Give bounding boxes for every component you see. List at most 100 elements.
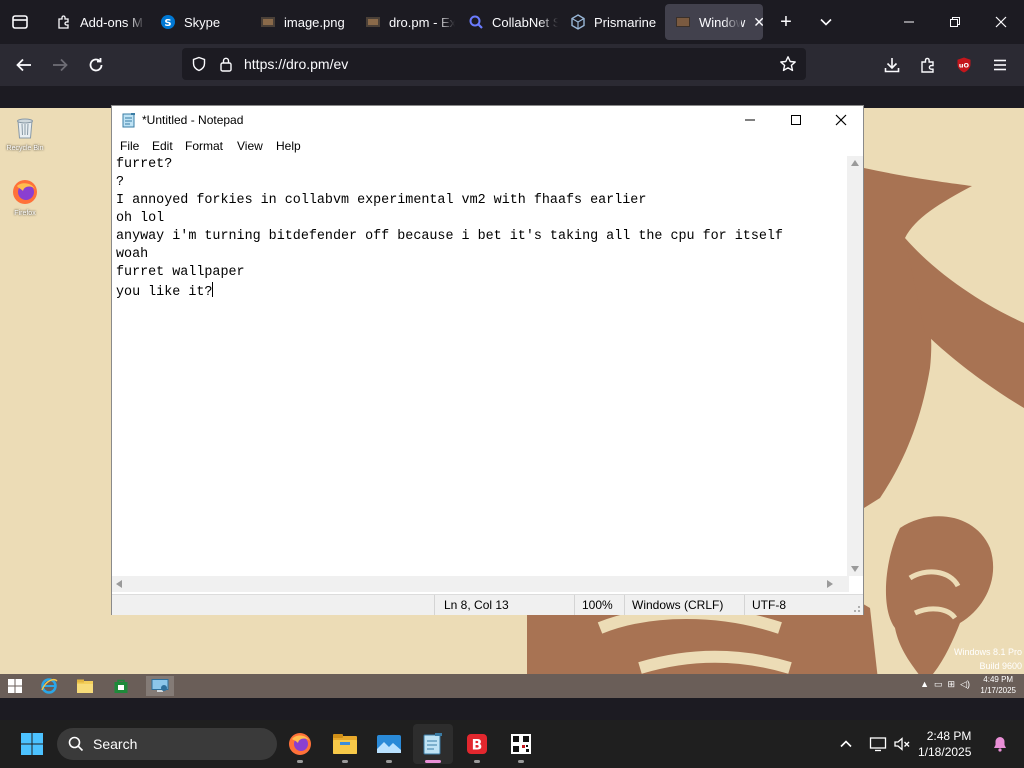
text-line: ? [116,175,125,190]
taskbar-file-explorer[interactable] [325,724,365,764]
tab-prismarine[interactable]: Prismarine [560,4,662,40]
store-bag-icon [114,679,128,693]
status-cursor-position: Ln 8, Col 13 [444,598,509,612]
forward-button[interactable] [46,51,74,79]
windows-build-watermark: Windows 8.1 Pro Build 9600 [954,645,1022,673]
host-taskbar: Search B 2:48 PM 1/18/2025 [0,720,1024,768]
lock-icon[interactable] [219,56,233,72]
tracking-protection-shield-icon[interactable] [191,56,207,72]
svg-text:uO: uO [959,62,970,70]
vm-taskbar: ▲ ▭ ⊞ ◁) 4:49 PM 1/17/2025 [0,674,1024,698]
notepad-maximize-button[interactable] [773,106,819,134]
url-bar[interactable]: https://dro.pm/ev [182,48,806,80]
notepad-minimize-button[interactable] [727,106,773,134]
firefox-icon [13,180,37,204]
recycle-bin-desktop-icon[interactable]: Recycle Bin [0,113,50,152]
host-clock-time: 2:48 PM [926,729,972,743]
ublock-origin-button[interactable]: uO [950,51,978,79]
vertical-scrollbar[interactable] [847,156,863,576]
taskbar-firefox[interactable] [280,724,320,764]
taskbar-bitdefender[interactable]: B [457,724,497,764]
puzzle-icon [56,14,72,30]
vm-clock-time: 4:49 PM [983,675,1014,684]
tab-overflow-button[interactable] [803,0,849,44]
horizontal-scrollbar[interactable] [112,576,849,592]
host-clock-date: 1/18/2025 [918,745,972,759]
browser-tab-bar: Add-ons M S Skype image.png dro.pm - Ex … [0,0,1024,44]
tab-dro-pm[interactable]: dro.pm - Ex [355,4,455,40]
tab-collabnet[interactable]: CollabNet S [458,4,558,40]
scroll-right-arrow-icon[interactable] [827,580,833,588]
hexagon-icon [570,14,586,30]
tab-skype[interactable]: S Skype [150,4,250,40]
start-button[interactable] [12,724,52,764]
svg-text:B: B [472,738,483,754]
back-button[interactable] [10,51,38,79]
menu-view[interactable]: View [237,139,263,153]
watermark-build: Build 9600 [979,661,1022,671]
restore-window-button[interactable] [932,0,978,44]
notepad-text-area[interactable]: furret?? I annoyed forkies in collabvm ex… [116,156,850,576]
tab-image-png[interactable]: image.png [250,4,354,40]
vm-start-button[interactable] [4,676,26,696]
menu-button[interactable] [986,51,1014,79]
menu-help[interactable]: Help [276,139,301,153]
desktop-icon-label: Recycle Bin [6,145,44,152]
ublock-shield-icon: uO [957,57,971,73]
firefox-desktop-icon[interactable]: Firefox [0,178,50,217]
scroll-up-arrow-icon[interactable] [851,160,859,166]
internet-explorer-icon [41,678,58,694]
tray-volume-button[interactable] [882,724,922,764]
vm-internet-explorer-button[interactable] [38,676,60,696]
bitdefender-icon: B [467,734,487,754]
vm-store-button[interactable] [110,676,132,696]
taskbar-notepad[interactable] [413,724,453,764]
reload-button[interactable] [82,51,110,79]
vm-clock[interactable]: 4:49 PM 1/17/2025 [980,674,1016,696]
arrow-left-icon [16,58,31,72]
qr-code-icon [511,734,531,754]
minimize-icon [904,21,914,23]
downloads-button[interactable] [878,51,906,79]
vm-viewport[interactable]: Recycle Bin Firefox Windows 8.1 Pro Buil… [0,86,1024,720]
notepad-app-icon [423,733,442,755]
scroll-left-arrow-icon[interactable] [116,580,122,588]
folder-icon [333,734,357,754]
close-window-button[interactable] [978,0,1024,44]
notifications-button[interactable] [980,724,1020,764]
vm-file-explorer-button[interactable] [74,676,96,696]
download-icon [884,58,900,73]
photos-icon [377,735,401,753]
text-caret [212,282,214,297]
menu-file[interactable]: File [120,139,139,153]
menu-edit[interactable]: Edit [152,139,173,153]
host-clock[interactable]: 2:48 PM 1/18/2025 [918,728,971,760]
resize-grip-icon[interactable] [851,603,861,613]
scroll-down-arrow-icon[interactable] [851,566,859,572]
menu-format[interactable]: Format [185,139,223,153]
tab-window-active[interactable]: Window ✕ [665,4,763,40]
notepad-close-button[interactable] [818,106,864,134]
minimize-window-button[interactable] [886,0,932,44]
chevron-down-icon [820,18,832,26]
notepad-window[interactable]: *Untitled - Notepad File Edit Format Vie… [111,105,864,615]
notepad-title: *Untitled - Notepad [142,113,244,127]
list-all-tabs-button[interactable] [8,10,32,34]
extensions-button[interactable] [914,51,942,79]
svg-text:S: S [164,18,171,29]
close-tab-icon[interactable]: ✕ [753,14,763,31]
vm-remote-desktop-button[interactable] [146,676,174,696]
tab-label: Skype [184,14,221,30]
taskbar-photos[interactable] [369,724,409,764]
bookmark-star-icon[interactable] [779,55,797,73]
hamburger-menu-icon [994,59,1006,71]
vm-system-tray[interactable]: ▲ ▭ ⊞ ◁) [920,679,970,690]
notepad-title-bar[interactable]: *Untitled - Notepad [112,106,863,134]
tab-label: image.png [284,14,345,30]
tab-addons[interactable]: Add-ons M [46,4,146,40]
notepad-menu-bar: File Edit Format View Help [112,136,863,156]
notepad-status-bar: Ln 8, Col 13 100% Windows (CRLF) UTF-8 [112,594,863,615]
remote-desktop-icon [151,679,169,692]
taskbar-search-box[interactable]: Search [57,728,277,760]
taskbar-qr-app[interactable] [501,724,541,764]
